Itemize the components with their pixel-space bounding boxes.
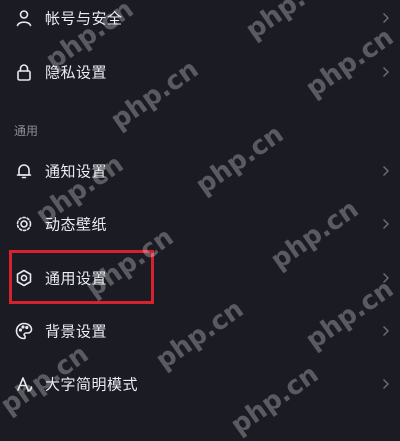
person-icon: [14, 8, 34, 28]
settings-item-label: 通用设置: [45, 269, 108, 288]
chevron-right-icon: [382, 378, 390, 390]
section-header-general: 通用: [14, 124, 39, 138]
settings-item-label: 背景设置: [45, 322, 108, 341]
settings-item-label: 动态壁纸: [45, 215, 108, 234]
settings-item-label: 大字简明模式: [45, 375, 139, 394]
settings-item-account-security[interactable]: 帐号与安全: [0, 0, 400, 44]
chevron-right-icon: [382, 325, 390, 337]
font-size-icon: [14, 374, 34, 394]
settings-item-background[interactable]: 背景设置: [0, 305, 400, 357]
chevron-right-icon: [382, 165, 390, 177]
settings-item-privacy[interactable]: 隐私设置: [0, 46, 400, 98]
settings-item-label: 隐私设置: [45, 63, 108, 82]
wallpaper-icon: [14, 214, 34, 234]
settings-item-live-wallpaper[interactable]: 动态壁纸: [0, 198, 400, 250]
chevron-right-icon: [382, 66, 390, 78]
settings-item-general[interactable]: 通用设置: [0, 252, 400, 304]
palette-icon: [14, 321, 34, 341]
chevron-right-icon: [382, 12, 390, 24]
bell-icon: [14, 161, 34, 181]
settings-item-notifications[interactable]: 通知设置: [0, 145, 400, 197]
settings-item-large-font-mode[interactable]: 大字简明模式: [0, 358, 400, 410]
chevron-right-icon: [382, 218, 390, 230]
gear-icon: [14, 268, 34, 288]
lock-icon: [14, 62, 34, 82]
settings-item-label: 通知设置: [45, 162, 108, 181]
settings-item-label: 帐号与安全: [45, 9, 123, 28]
chevron-right-icon: [382, 272, 390, 284]
